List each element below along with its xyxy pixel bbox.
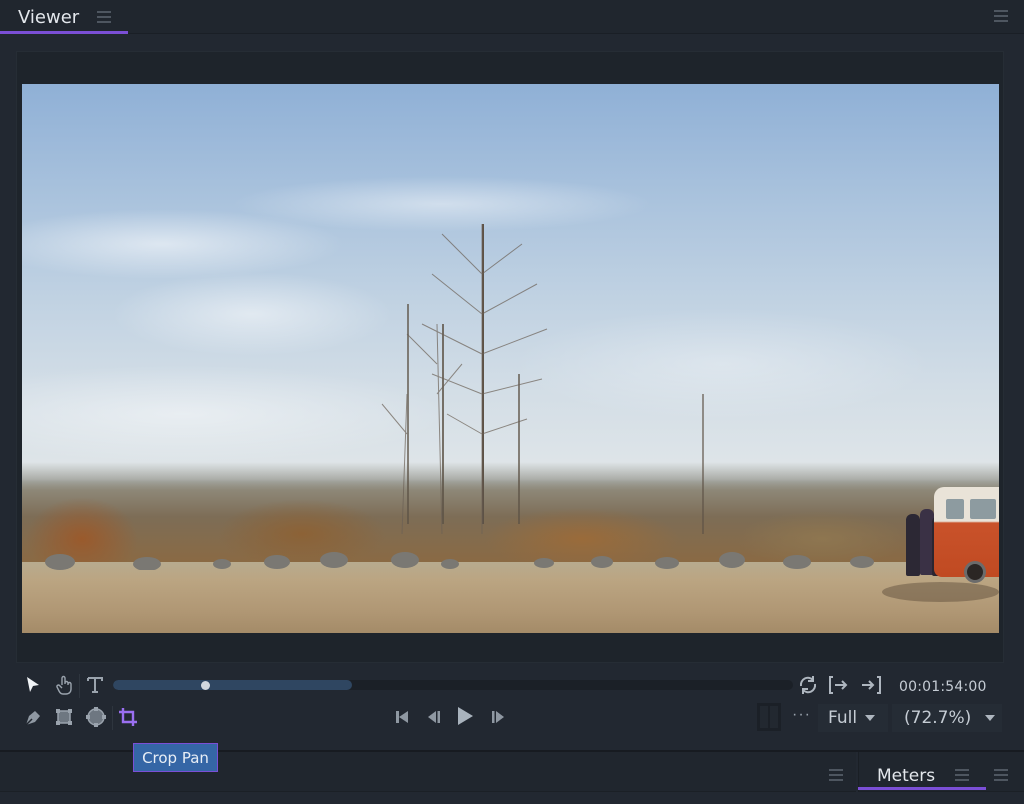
mask-tool[interactable] [85, 706, 107, 728]
active-tab-indicator [0, 31, 128, 34]
text-tool[interactable] [84, 674, 106, 696]
crop-pan-tool[interactable] [117, 706, 139, 728]
person [906, 514, 920, 576]
arrow-pointer-icon [27, 677, 39, 692]
step-forward-button[interactable] [487, 706, 509, 728]
bottom-left-panel-header [0, 752, 856, 792]
step-back-icon [428, 711, 440, 723]
text-t-icon [87, 677, 103, 693]
play-icon [458, 707, 473, 725]
panel-menu-icon[interactable] [994, 10, 1008, 22]
chevron-down-icon [865, 715, 876, 721]
van [934, 487, 999, 583]
panel-menu-icon[interactable] [829, 769, 843, 781]
tab-meters[interactable]: Meters [858, 752, 986, 792]
play-button[interactable] [454, 705, 476, 727]
chevron-down-icon [985, 715, 996, 721]
timecode-display: 00:01:54:00 [899, 679, 987, 695]
step-back-button[interactable] [423, 706, 445, 728]
tab-menu-icon[interactable] [955, 769, 969, 781]
buffered-range [113, 680, 352, 690]
tab-menu-icon[interactable] [97, 11, 111, 23]
select-tool[interactable] [22, 674, 44, 696]
van-shadow [882, 582, 999, 602]
active-tab-indicator [858, 787, 986, 790]
tree-branches [381, 224, 548, 535]
crop-pan-tooltip: Crop Pan [133, 743, 218, 772]
panel-menu-icon[interactable] [994, 769, 1008, 781]
layout-pane-icon [770, 706, 778, 728]
layout-toggle-button[interactable] [757, 703, 781, 731]
zoom-dropdown[interactable]: (72.7%) [892, 704, 1002, 732]
mark-in-icon [829, 676, 848, 694]
tree [702, 394, 704, 534]
zoom-value: (72.7%) [904, 708, 972, 728]
hand-icon [56, 675, 72, 695]
crop-icon [119, 708, 137, 726]
pen-tool[interactable] [22, 706, 44, 728]
video-preview[interactable] [22, 84, 999, 633]
quality-dropdown[interactable]: Full [818, 704, 888, 732]
mark-out-icon [862, 676, 881, 694]
toolbar-divider [112, 706, 113, 730]
transform-tool[interactable] [53, 706, 75, 728]
go-to-start-button[interactable] [391, 706, 413, 728]
transform-square-icon [56, 709, 72, 725]
step-forward-icon [492, 711, 504, 723]
loop-icon [799, 676, 817, 694]
playhead-handle[interactable] [200, 681, 210, 690]
tab-viewer-label: Viewer [18, 7, 80, 28]
quality-value: Full [828, 708, 858, 728]
tab-viewer[interactable]: Viewer [0, 0, 128, 34]
tab-meters-label: Meters [877, 766, 936, 786]
mark-in-button[interactable] [828, 674, 850, 696]
rocks [45, 552, 874, 570]
mark-out-button[interactable] [860, 674, 882, 696]
timeline-scrubber[interactable] [113, 680, 793, 690]
ground [22, 562, 999, 633]
layout-pane-icon [760, 706, 768, 728]
hand-tool[interactable] [53, 674, 75, 696]
loop-button[interactable] [797, 674, 819, 696]
viewer-panel-header: Viewer [0, 0, 1024, 34]
more-options-button[interactable]: ··· [792, 706, 811, 724]
toolbar-divider [79, 674, 80, 698]
skip-to-start-icon [396, 711, 408, 723]
circle-handles-icon [86, 707, 106, 727]
pen-nib-icon [25, 711, 40, 726]
